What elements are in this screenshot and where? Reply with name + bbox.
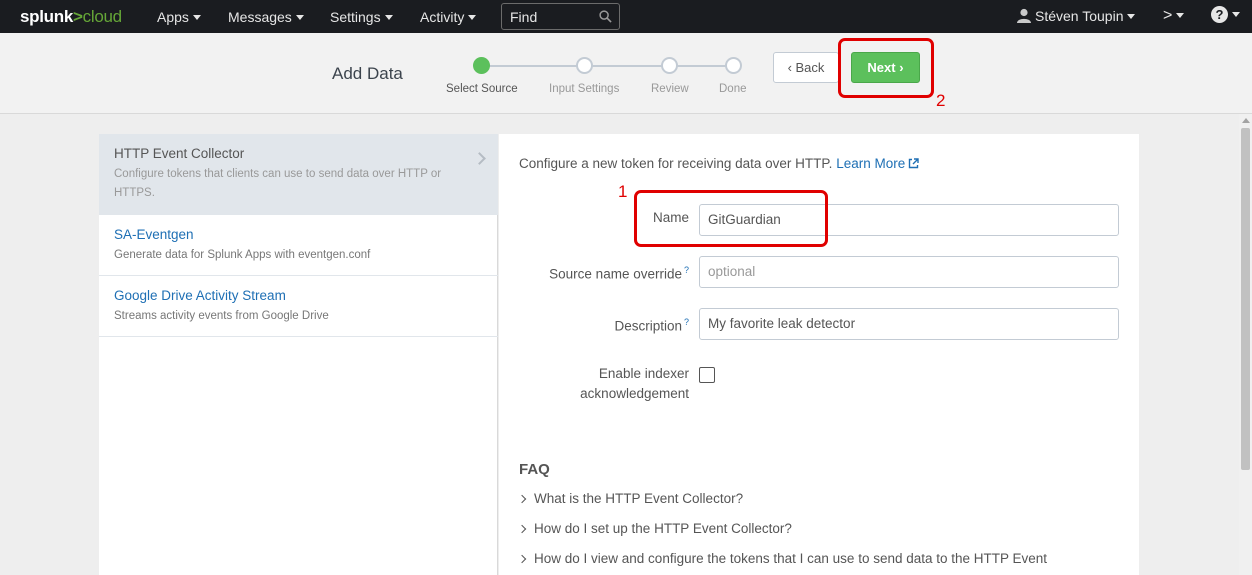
faq-item-view-tokens[interactable]: How do I view and configure the tokens t… <box>517 551 1047 566</box>
annotation-box-name <box>634 190 828 247</box>
source-name: SA-Eventgen <box>114 227 194 242</box>
user-menu[interactable]: Stéven Toupin <box>1017 8 1136 24</box>
wizard-progress-line <box>482 65 734 67</box>
annotation-number-1: 1 <box>618 182 628 201</box>
source-item-google-drive-activity-stream[interactable]: Google Drive Activity Stream Streams act… <box>99 276 498 337</box>
page-scrollbar[interactable] <box>1239 114 1252 575</box>
step-dot-input-settings <box>576 57 593 74</box>
external-link-icon <box>909 158 919 169</box>
caret-down-icon <box>192 15 201 20</box>
source-list: HTTP Event Collector Configure tokens th… <box>99 134 498 575</box>
nav-messages-menu[interactable]: Messages <box>228 9 304 25</box>
find-placeholder: Find <box>510 9 538 25</box>
indexer-ack-checkbox[interactable] <box>699 367 715 383</box>
help-menu[interactable]: ? <box>1211 6 1240 23</box>
page-title: Add Data <box>332 64 403 83</box>
find-search-input[interactable]: Find <box>501 3 620 30</box>
caret-down-icon <box>1127 14 1136 19</box>
faq-item-what-is-hec[interactable]: What is the HTTP Event Collector? <box>517 491 743 506</box>
step-dot-done <box>725 57 742 74</box>
help-icon: ? <box>1211 6 1228 23</box>
top-nav-bar: splunk>cloud Apps Messages Settings Acti… <box>0 0 1252 33</box>
scroll-up-arrow-icon[interactable] <box>1242 118 1250 123</box>
source-description: Streams activity events from Google Driv… <box>114 310 329 322</box>
caret-down-icon <box>468 15 477 20</box>
description-input[interactable]: My favorite leak detector <box>699 308 1119 340</box>
add-data-header: Add Data Select Source Input Settings Re… <box>0 33 1252 114</box>
user-icon <box>1017 8 1031 23</box>
step-label-done: Done <box>719 83 747 95</box>
source-description: Generate data for Splunk Apps with event… <box>114 249 371 261</box>
indexer-ack-label: Enable indexer acknowledgement <box>580 366 689 401</box>
caret-down-icon <box>295 15 304 20</box>
chevron-left-icon: ‹ <box>787 60 796 75</box>
caret-down-icon <box>1232 12 1240 17</box>
nav-apps-menu[interactable]: Apps <box>157 9 201 25</box>
token-config-panel: Configure a new token for receiving data… <box>499 134 1139 575</box>
back-button[interactable]: ‹ Back <box>773 52 839 83</box>
description-label: Description? <box>614 317 689 334</box>
search-icon <box>599 10 612 23</box>
chevron-right-icon <box>517 524 527 534</box>
nav-settings-menu[interactable]: Settings <box>330 9 393 25</box>
source-name-override-input[interactable]: optional <box>699 256 1119 288</box>
source-description: Configure tokens that clients can use to… <box>114 168 442 199</box>
annotation-box-next <box>838 38 934 98</box>
scrollbar-thumb[interactable] <box>1241 128 1250 470</box>
step-label-input-settings: Input Settings <box>549 83 620 95</box>
faq-title: FAQ <box>519 461 550 478</box>
chevron-right-icon <box>517 494 527 504</box>
annotation-number-2: 2 <box>936 91 946 110</box>
source-name: Google Drive Activity Stream <box>114 288 286 303</box>
caret-down-icon <box>1176 13 1185 18</box>
help-tooltip-icon[interactable]: ? <box>684 317 689 327</box>
step-label-review: Review <box>651 83 689 95</box>
source-item-sa-eventgen[interactable]: SA-Eventgen Generate data for Splunk App… <box>99 215 498 276</box>
chevron-right-icon <box>517 554 527 564</box>
caret-down-icon <box>384 15 393 20</box>
search-prompt-menu[interactable]: > <box>1163 7 1185 25</box>
faq-item-setup-hec[interactable]: How do I set up the HTTP Event Collector… <box>517 521 792 536</box>
step-dot-review <box>661 57 678 74</box>
source-name-override-label: Source name override? <box>549 265 689 282</box>
step-label-select-source: Select Source <box>446 83 518 95</box>
help-tooltip-icon[interactable]: ? <box>684 265 689 275</box>
source-item-http-event-collector[interactable]: HTTP Event Collector Configure tokens th… <box>99 134 498 215</box>
splunk-cloud-logo[interactable]: splunk>cloud <box>20 7 122 27</box>
source-name: HTTP Event Collector <box>114 146 245 161</box>
nav-activity-menu[interactable]: Activity <box>420 9 477 25</box>
step-dot-select-source <box>473 57 490 74</box>
learn-more-link[interactable]: Learn More <box>836 156 919 171</box>
intro-text: Configure a new token for receiving data… <box>519 156 919 171</box>
